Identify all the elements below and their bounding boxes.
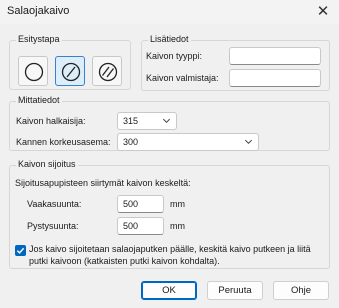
mittatiedot-legend: Mittatiedot — [16, 95, 62, 105]
kaivon-halkaisija-value: 315 — [123, 116, 139, 126]
kaivon-tyyppi-label: Kaivon tyyppi: — [146, 51, 203, 61]
kannen-korkeusasema-select[interactable]: 300 — [117, 133, 259, 151]
kaivon-valmistaja-field[interactable] — [229, 69, 321, 87]
pystysuunta-field[interactable]: 500 — [117, 217, 164, 235]
lisatiedot-legend: Lisätiedot — [148, 34, 191, 44]
close-icon[interactable]: ✕ — [313, 2, 333, 22]
pystysuunta-unit: mm — [170, 221, 185, 231]
circle-double-slash-button[interactable] — [92, 56, 122, 86]
kaivon-tyyppi-field[interactable] — [229, 47, 321, 65]
esitystapa-legend: Esitystapa — [16, 34, 62, 44]
help-button[interactable]: Ohje — [273, 281, 329, 300]
cancel-button[interactable]: Peruuta — [207, 281, 263, 300]
vaakasuunta-label: Vaakasuunta: — [27, 199, 82, 209]
plain-circle-icon — [24, 62, 44, 82]
kannen-korkeusasema-label: Kannen korkeusasema: — [16, 137, 111, 147]
sijoitus-intro-text: Sijoitusapupisteen siirtymät kaivon kesk… — [15, 178, 191, 188]
kaivon-halkaisija-select[interactable]: 315 — [117, 112, 177, 130]
plain-circle-button[interactable] — [18, 56, 48, 86]
ok-button[interactable]: OK — [141, 281, 197, 300]
kaivon-sijoitus-legend: Kaivon sijoitus — [16, 159, 78, 169]
chevron-down-icon — [162, 118, 171, 124]
circle-single-slash-icon — [61, 62, 81, 82]
pystysuunta-label: Pystysuunta: — [27, 221, 79, 231]
center-on-pipe-checkbox[interactable] — [15, 245, 26, 256]
kaivon-valmistaja-label: Kaivon valmistaja: — [146, 73, 219, 83]
title-bar: Salaojakaivo ✕ — [0, 0, 339, 24]
circle-double-slash-icon — [98, 62, 118, 82]
kaivon-halkaisija-label: Kaivon halkaisija: — [16, 116, 86, 126]
vaakasuunta-unit: mm — [170, 199, 185, 209]
circle-single-slash-button[interactable] — [55, 56, 85, 86]
vaakasuunta-field[interactable]: 500 — [117, 195, 164, 213]
center-on-pipe-text: Jos kaivo sijoitetaan salaojaputken pääl… — [29, 244, 311, 266]
checkmark-icon — [16, 247, 25, 254]
window-title: Salaojakaivo — [7, 5, 70, 17]
chevron-down-icon — [244, 139, 253, 145]
kannen-korkeusasema-value: 300 — [123, 137, 139, 147]
